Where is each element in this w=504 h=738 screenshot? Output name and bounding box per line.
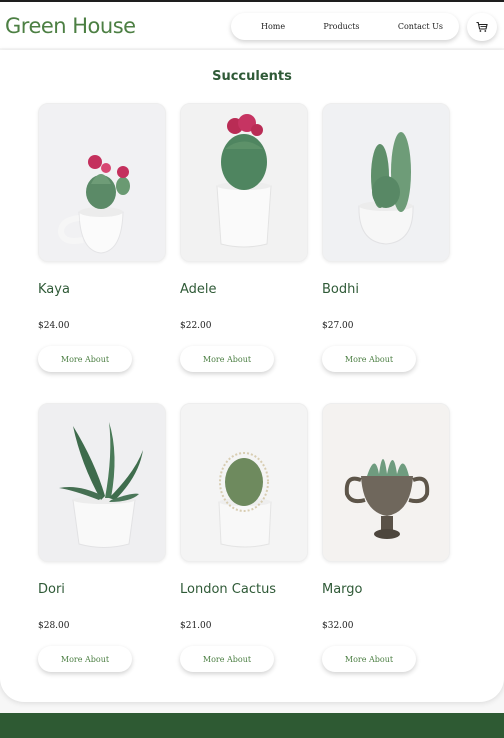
- nav-home-link[interactable]: Home: [261, 22, 285, 31]
- cart-icon: [476, 21, 488, 32]
- product-name: London Cactus: [180, 582, 277, 597]
- product-price: $24.00: [38, 321, 70, 331]
- product-name: Kaya: [38, 282, 70, 297]
- nav-products-link[interactable]: Products: [323, 22, 359, 31]
- product-name: Margo: [322, 582, 363, 597]
- product-card: Bodhi $27.00 More About: [322, 103, 450, 372]
- product-name: Dori: [38, 582, 65, 597]
- product-section: Succulents Kaya $24.00 More About Adele …: [0, 50, 504, 702]
- product-name: Adele: [180, 282, 217, 297]
- more-about-button[interactable]: More About: [38, 646, 132, 672]
- product-name: Bodhi: [322, 282, 359, 297]
- more-about-button[interactable]: More About: [180, 646, 274, 672]
- site-footer: [0, 713, 504, 738]
- product-price: $21.00: [180, 621, 212, 631]
- product-price: $28.00: [38, 621, 70, 631]
- product-card: Margo $32.00 More About: [322, 403, 450, 672]
- product-card: Kaya $24.00 More About: [38, 103, 166, 372]
- more-about-button[interactable]: More About: [322, 646, 416, 672]
- more-about-button[interactable]: More About: [38, 346, 132, 372]
- product-price: $22.00: [180, 321, 212, 331]
- nav-contact-link[interactable]: Contact Us: [398, 22, 443, 31]
- product-image[interactable]: [180, 103, 308, 262]
- product-image[interactable]: [322, 103, 450, 262]
- product-card: London Cactus $21.00 More About: [180, 403, 308, 672]
- more-about-button[interactable]: More About: [180, 346, 274, 372]
- brand-logo[interactable]: Green House: [5, 14, 136, 38]
- product-image[interactable]: [322, 403, 450, 562]
- product-card: Adele $22.00 More About: [180, 103, 308, 372]
- product-image[interactable]: [38, 403, 166, 562]
- product-price: $27.00: [322, 321, 354, 331]
- more-about-button[interactable]: More About: [322, 346, 416, 372]
- cart-button[interactable]: [467, 13, 497, 41]
- section-title: Succulents: [212, 69, 292, 84]
- product-image[interactable]: [38, 103, 166, 262]
- product-card: Dori $28.00 More About: [38, 403, 166, 672]
- product-price: $32.00: [322, 621, 354, 631]
- product-image[interactable]: [180, 403, 308, 562]
- site-header: Green House Home Products Contact Us: [0, 2, 504, 48]
- main-nav: Home Products Contact Us: [231, 13, 459, 40]
